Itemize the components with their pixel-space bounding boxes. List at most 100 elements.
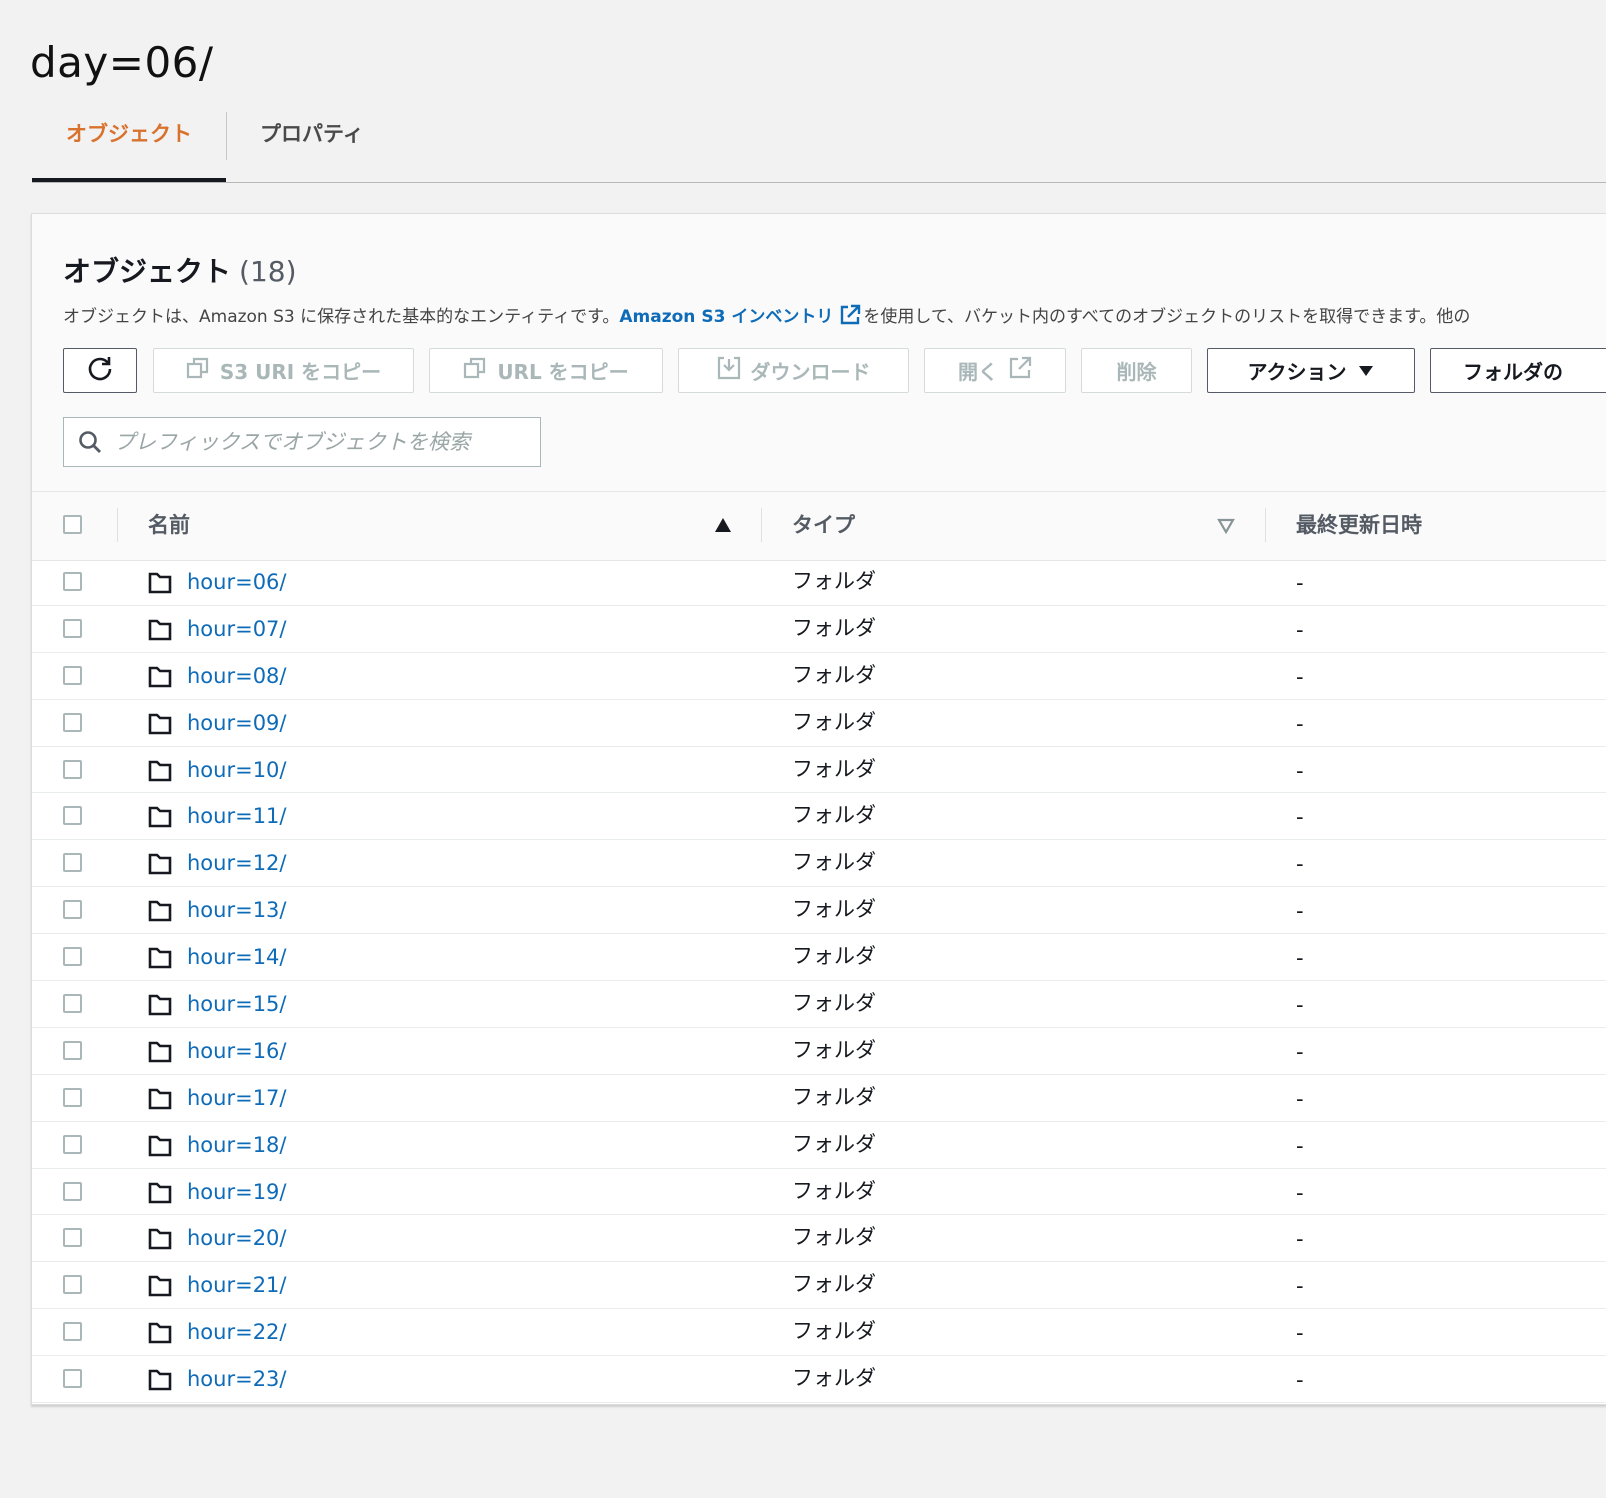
row-checkbox[interactable]	[63, 994, 82, 1014]
row-checkbox[interactable]	[63, 900, 82, 920]
object-name-link[interactable]: hour=10/	[187, 747, 287, 793]
object-type: フォルダ	[792, 662, 876, 687]
object-last-modified: -	[1296, 1086, 1304, 1111]
row-checkbox[interactable]	[63, 1369, 82, 1389]
actions-dropdown[interactable]: アクション	[1207, 348, 1415, 393]
object-name-link[interactable]: hour=15/	[187, 981, 287, 1027]
object-name-link[interactable]: hour=18/	[187, 1122, 287, 1168]
inventory-link[interactable]: Amazon S3 インベントリ	[619, 307, 833, 327]
search-input[interactable]	[112, 429, 516, 455]
column-divider	[117, 508, 118, 542]
object-name-link[interactable]: hour=16/	[187, 1028, 287, 1074]
row-checkbox[interactable]	[63, 1181, 82, 1201]
page-title: day=06/	[30, 38, 214, 88]
object-type: フォルダ	[792, 709, 876, 734]
sort-ascending-icon[interactable]	[714, 517, 732, 537]
column-divider	[761, 508, 762, 542]
objects-panel-header: オブジェクト (18) オブジェクトは、Amazon S3 に保存された基本的なエ…	[32, 214, 1606, 491]
object-name-link[interactable]: hour=14/	[187, 934, 287, 980]
folder-icon	[148, 759, 172, 787]
object-name-link[interactable]: hour=08/	[187, 653, 287, 699]
object-type: フォルダ	[792, 1084, 876, 1109]
object-name-link[interactable]: hour=20/	[187, 1215, 287, 1261]
tab-objects[interactable]: オブジェクト	[32, 108, 226, 182]
table-row: hour=16/フォルダ -	[32, 1028, 1606, 1075]
object-type: フォルダ	[792, 1178, 876, 1203]
folder-icon	[148, 1368, 172, 1396]
open-button[interactable]: 開く	[924, 348, 1066, 393]
table-row: hour=18/フォルダ -	[32, 1122, 1606, 1169]
object-last-modified: -	[1296, 1039, 1304, 1064]
row-checkbox[interactable]	[63, 853, 82, 873]
object-last-modified: -	[1296, 617, 1304, 642]
delete-button[interactable]: 削除	[1081, 348, 1192, 393]
object-name-link[interactable]: hour=17/	[187, 1075, 287, 1121]
row-checkbox[interactable]	[63, 759, 82, 779]
table-row: hour=13/フォルダ -	[32, 887, 1606, 935]
table-header: 名前 タイプ 最終更新日時	[32, 491, 1606, 561]
table-row: hour=12/フォルダ -	[32, 840, 1606, 888]
download-button[interactable]: ダウンロード	[678, 348, 909, 393]
refresh-button[interactable]	[63, 348, 137, 393]
folder-icon	[148, 852, 172, 880]
object-name-link[interactable]: hour=12/	[187, 840, 287, 886]
row-checkbox[interactable]	[63, 1087, 82, 1107]
object-name-link[interactable]: hour=07/	[187, 606, 287, 652]
object-name-link[interactable]: hour=11/	[187, 793, 287, 839]
folder-icon	[148, 1227, 172, 1255]
object-name-link[interactable]: hour=19/	[187, 1169, 287, 1215]
description-text-after: を使用して、バケット内のすべてのオブジェクトのリストを取得できます。他の	[863, 307, 1471, 327]
object-last-modified: -	[1296, 711, 1304, 736]
row-checkbox[interactable]	[63, 947, 82, 967]
object-name-link[interactable]: hour=21/	[187, 1262, 287, 1308]
column-header-last-modified[interactable]: 最終更新日時	[1296, 492, 1422, 560]
tab-properties[interactable]: プロパティ	[260, 108, 370, 182]
row-checkbox[interactable]	[63, 806, 82, 826]
folder-icon	[148, 946, 172, 974]
row-checkbox[interactable]	[63, 1322, 82, 1342]
copy-icon	[186, 356, 210, 385]
object-type: フォルダ	[792, 897, 876, 922]
folder-icon	[148, 899, 172, 927]
copy-url-button[interactable]: URL をコピー	[429, 348, 663, 393]
object-last-modified: -	[1296, 993, 1304, 1018]
row-checkbox[interactable]	[63, 1275, 82, 1295]
create-folder-label: フォルダの	[1463, 360, 1563, 384]
folder-icon	[148, 1134, 172, 1162]
folder-icon	[148, 1321, 172, 1349]
row-checkbox[interactable]	[63, 1040, 82, 1060]
column-header-name[interactable]: 名前	[148, 492, 190, 560]
actions-label: アクション	[1247, 360, 1347, 384]
object-last-modified: -	[1296, 664, 1304, 689]
row-checkbox[interactable]	[63, 1134, 82, 1154]
external-link-icon[interactable]	[839, 304, 861, 331]
open-label: 開く	[958, 360, 998, 384]
object-name-link[interactable]: hour=06/	[187, 559, 287, 605]
folder-icon	[148, 1181, 172, 1209]
table-row: hour=08/フォルダ -	[32, 653, 1606, 700]
object-name-link[interactable]: hour=13/	[187, 887, 287, 933]
sort-descending-icon[interactable]	[1217, 518, 1235, 538]
row-checkbox[interactable]	[63, 1228, 82, 1248]
object-last-modified: -	[1296, 852, 1304, 877]
object-name-link[interactable]: hour=09/	[187, 700, 287, 746]
row-checkbox[interactable]	[63, 618, 82, 638]
create-folder-button[interactable]: フォルダの	[1430, 348, 1606, 393]
object-name-link[interactable]: hour=23/	[187, 1356, 287, 1402]
object-last-modified: -	[1296, 1133, 1304, 1158]
folder-icon	[148, 1040, 172, 1068]
object-name-link[interactable]: hour=22/	[187, 1309, 287, 1355]
object-type: フォルダ	[792, 756, 876, 781]
search-box[interactable]	[63, 417, 541, 467]
row-checkbox[interactable]	[63, 572, 82, 591]
table-row: hour=06/フォルダ -	[32, 559, 1606, 606]
row-checkbox[interactable]	[63, 712, 82, 732]
object-last-modified: -	[1296, 946, 1304, 971]
row-checkbox[interactable]	[63, 665, 82, 685]
select-all-checkbox[interactable]	[63, 515, 82, 534]
copy-s3-uri-label: S3 URI をコピー	[219, 360, 382, 384]
delete-label: 削除	[1116, 360, 1157, 384]
folder-icon	[148, 1087, 172, 1115]
copy-s3-uri-button[interactable]: S3 URI をコピー	[153, 348, 414, 393]
column-header-type[interactable]: タイプ	[792, 492, 855, 560]
